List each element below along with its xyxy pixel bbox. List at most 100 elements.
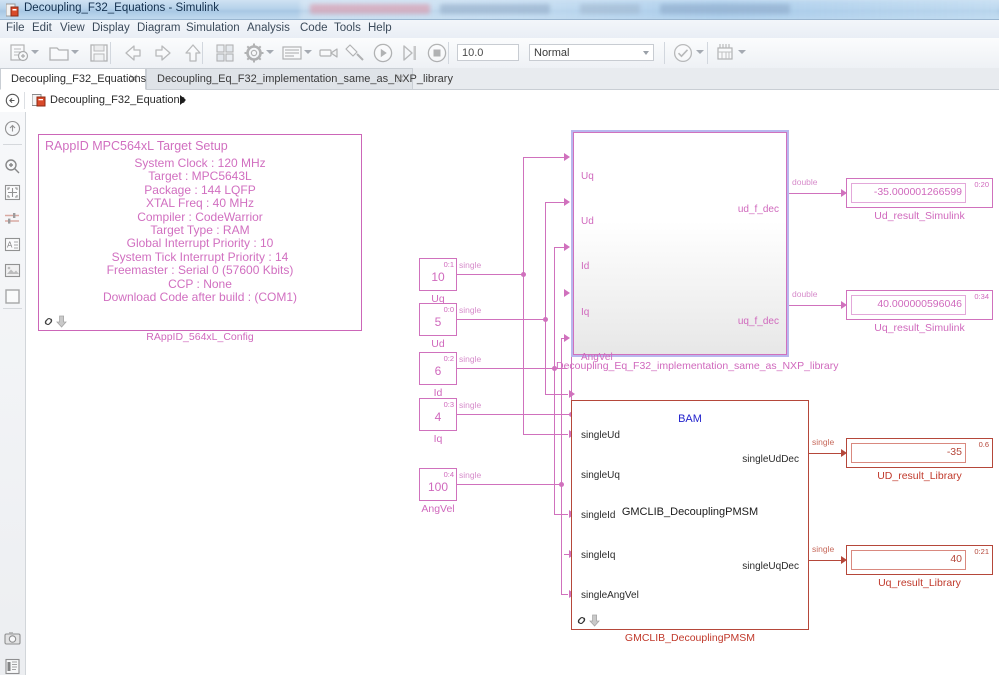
- const-block-ud[interactable]: 0:0 5: [419, 303, 457, 336]
- close-icon[interactable]: [129, 74, 138, 83]
- annotation-header: RAppID MPC564xL Target Setup: [45, 139, 228, 153]
- library-input-port-singleangvel: singleAngVel: [581, 590, 639, 601]
- new-model-caret-icon[interactable]: [31, 50, 39, 54]
- breadcrumb-model-name[interactable]: Decoupling_F32_Equations: [50, 94, 185, 106]
- wire-angvel-down: [561, 484, 562, 594]
- arrow-up-icon[interactable]: [182, 42, 204, 64]
- arrow-left-icon[interactable]: [122, 42, 144, 64]
- wire-uq-down: [523, 274, 524, 434]
- wire-uq-riser: [523, 157, 524, 274]
- magnifier-icon[interactable]: [4, 158, 21, 175]
- port-arrow-iq: [564, 289, 570, 297]
- menu-help[interactable]: Help: [368, 22, 392, 34]
- display-value-box: 40.000000596046: [851, 295, 966, 315]
- port-arrow-ud: [564, 198, 570, 206]
- menu-file[interactable]: File: [6, 22, 25, 34]
- check-caret-icon[interactable]: [696, 50, 704, 54]
- gear-icon[interactable]: [243, 42, 265, 64]
- back-circle-icon[interactable]: [5, 93, 20, 108]
- menu-bar: File Edit View Display Diagram Simulatio…: [0, 20, 999, 38]
- display-ud-result-simulink[interactable]: -35.000001266599 0:20: [846, 178, 993, 208]
- menu-simulation[interactable]: Simulation: [186, 22, 240, 34]
- subsystem-output-port-uq-f-dec: uq_f_dec: [737, 316, 779, 327]
- open-folder-icon[interactable]: [48, 42, 70, 64]
- wire-singleuqdec-to-display: [809, 560, 845, 561]
- library-block-gmclib-decouplingpmsm[interactable]: BAM singleUd singleUq singleId singleIq …: [571, 400, 809, 630]
- library-output-port-singleuddec: singleUdDec: [742, 454, 799, 465]
- model-canvas[interactable]: RAppID MPC564xL Target Setup System Cloc…: [26, 112, 999, 675]
- palette-separator-2: [3, 308, 22, 309]
- area-square-icon[interactable]: [4, 288, 21, 305]
- stop-square-icon[interactable]: [426, 42, 448, 64]
- const-block-label: Iq: [433, 433, 443, 445]
- const-tag: 0:0: [443, 305, 454, 314]
- menu-view[interactable]: View: [60, 22, 85, 34]
- signal-type-label: single: [459, 354, 482, 364]
- background-window-ghost-3: [580, 4, 640, 14]
- signal-slider-icon[interactable]: [4, 210, 21, 227]
- step-forward-icon[interactable]: [399, 42, 421, 64]
- simulation-mode-value: Normal: [534, 47, 570, 59]
- report-icon[interactable]: [4, 658, 21, 675]
- advisor-grid-icon[interactable]: [714, 42, 736, 64]
- subsystem-decoupling-eq-f32[interactable]: Uq Ud Id Iq AngVel ud_f_dec uq_f_dec: [571, 130, 789, 363]
- update-diagram-icon[interactable]: [345, 42, 367, 64]
- library-grid-icon[interactable]: [214, 42, 236, 64]
- wire-id-out: [457, 368, 567, 369]
- gear-caret-icon[interactable]: [266, 50, 274, 54]
- display-ud-result-library[interactable]: -35 0.6: [846, 438, 993, 468]
- toolbar: 10.0 Normal: [0, 38, 999, 69]
- open-folder-caret-icon[interactable]: [71, 50, 79, 54]
- stop-time-field[interactable]: 10.0: [457, 44, 519, 61]
- tab-decoupling-eq-f32-implementation[interactable]: Decoupling_Eq_F32_implementation_same_as…: [146, 68, 453, 90]
- subsystem-block-label: Decoupling_Eq_F32_implementation_same_as…: [556, 360, 839, 372]
- chevron-right-icon[interactable]: [180, 95, 186, 105]
- wire-uq-to-subsys: [523, 157, 568, 158]
- arrow-right-icon[interactable]: [152, 42, 174, 64]
- up-circle-icon[interactable]: [4, 120, 21, 137]
- port-arrow-id: [564, 243, 570, 251]
- fit-to-view-icon[interactable]: [4, 184, 21, 201]
- const-block-angvel[interactable]: 0:4 100: [419, 468, 457, 501]
- advisor-caret-icon[interactable]: [738, 50, 746, 54]
- menu-diagram[interactable]: Diagram: [137, 22, 180, 34]
- menu-edit[interactable]: Edit: [32, 22, 52, 34]
- const-block-iq[interactable]: 0:3 4: [419, 398, 457, 431]
- menu-tools[interactable]: Tools: [334, 22, 361, 34]
- wire-singleuddec-to-display: [809, 453, 845, 454]
- camera-icon[interactable]: [4, 630, 21, 647]
- link-icon: [577, 617, 586, 624]
- text-annotation-icon[interactable]: A: [4, 236, 21, 253]
- wire-id-down: [554, 368, 555, 514]
- new-model-icon[interactable]: [8, 42, 30, 64]
- simulink-model-icon: [6, 3, 19, 17]
- build-hammer-icon[interactable]: [318, 42, 340, 64]
- signal-type-label: single: [812, 437, 835, 447]
- display-block-label: Uq_result_Simulink: [874, 322, 965, 334]
- image-icon[interactable]: [4, 262, 21, 279]
- rappid-target-setup-annotation[interactable]: RAppID MPC564xL Target Setup System Cloc…: [38, 134, 362, 331]
- play-icon[interactable]: [372, 42, 394, 64]
- const-value: 100: [427, 480, 449, 494]
- annotation-line: Compiler : CodeWarrior: [137, 209, 263, 224]
- toolbar-separator-6: [707, 42, 708, 64]
- display-uq-result-simulink[interactable]: 40.000000596046 0:34: [846, 290, 993, 320]
- wire-ud-out: [457, 319, 545, 320]
- simulation-mode-select[interactable]: Normal: [529, 44, 654, 61]
- menu-analysis[interactable]: Analysis: [247, 22, 290, 34]
- list-lines-icon[interactable]: [281, 42, 303, 64]
- const-block-id[interactable]: 0:2 6: [419, 352, 457, 385]
- model-explorer-caret-icon[interactable]: [304, 50, 312, 54]
- display-uq-result-library[interactable]: 40 0:21: [846, 545, 993, 575]
- display-value-box: -35: [851, 443, 966, 463]
- menu-display[interactable]: Display: [92, 22, 130, 34]
- palette-separator-1: [3, 144, 22, 145]
- menu-code[interactable]: Code: [300, 22, 328, 34]
- display-tag: 0:34: [974, 292, 989, 301]
- tab-decoupling-f32-equations[interactable]: Decoupling_F32_Equations: [0, 68, 146, 90]
- breadcrumb: Decoupling_F32_Equations: [0, 90, 999, 113]
- close-icon[interactable]: [396, 74, 405, 83]
- const-block-uq[interactable]: 0:1 10: [419, 258, 457, 291]
- save-disk-icon[interactable]: [88, 42, 110, 64]
- check-circle-icon[interactable]: [672, 42, 694, 64]
